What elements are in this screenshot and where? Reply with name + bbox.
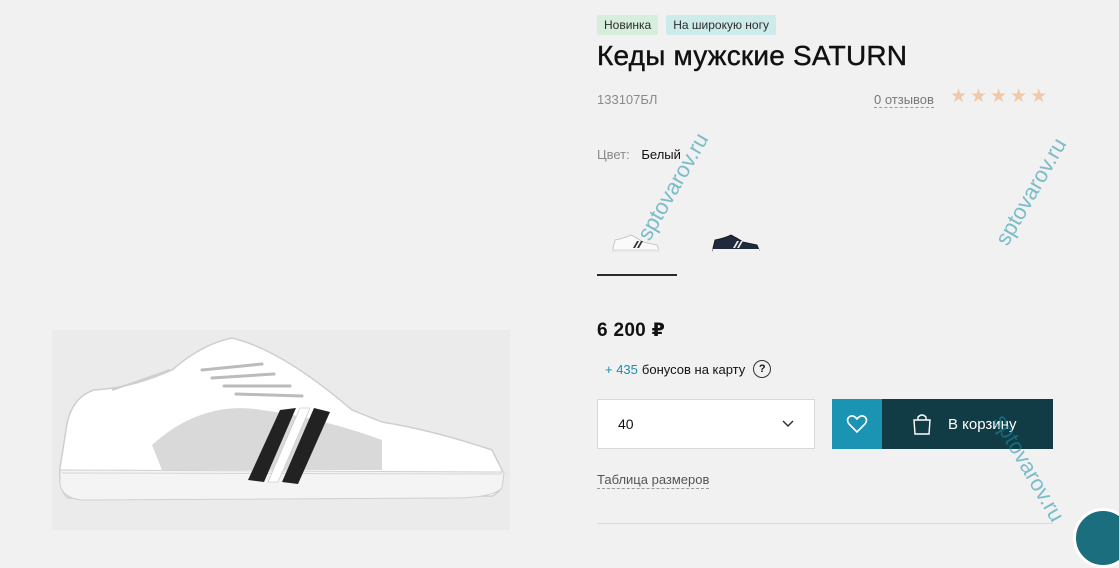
rating-stars[interactable]: ★ ★ ★ ★ ★ xyxy=(950,87,1047,107)
star-icon: ★ xyxy=(1010,86,1028,107)
bonus-info: + 435 бонусов на карту ? xyxy=(605,360,772,378)
badge-wide-fit: На широкую ногу xyxy=(666,15,776,35)
badge-new: Новинка xyxy=(597,15,659,35)
swatch-navy[interactable] xyxy=(697,208,777,276)
size-select-value: 40 xyxy=(618,416,634,432)
color-swatches xyxy=(597,208,777,276)
product-title: Кеды мужские SATURN xyxy=(597,40,908,71)
add-to-wishlist-button[interactable] xyxy=(832,399,882,449)
main-product-photo[interactable] xyxy=(52,330,510,530)
color-row: Цвет: Белый xyxy=(597,147,681,162)
add-to-cart-label: В корзину xyxy=(948,415,1017,433)
star-icon: ★ xyxy=(990,86,1008,107)
sneaker-white-image xyxy=(58,337,505,501)
product-sku: 133107БЛ xyxy=(597,92,658,107)
chat-icon[interactable] xyxy=(1073,508,1119,568)
heart-icon xyxy=(846,415,868,434)
swatch-white[interactable] xyxy=(597,208,677,276)
add-to-cart-button[interactable]: В корзину xyxy=(882,399,1053,449)
star-icon: ★ xyxy=(950,86,968,107)
star-icon: ★ xyxy=(970,86,988,107)
product-price: 6 200 ₽ xyxy=(597,320,666,341)
shopping-bag-icon xyxy=(913,414,931,435)
divider xyxy=(597,523,1053,524)
color-label: Цвет: xyxy=(597,147,630,162)
bonus-text: бонусов на карту xyxy=(641,361,746,377)
badge-list: Новинка На широкую ногу xyxy=(597,15,776,35)
chevron-down-icon xyxy=(782,420,794,428)
sneaker-navy-thumb xyxy=(712,234,760,252)
sneaker-white-thumb xyxy=(612,234,660,252)
reviews-link[interactable]: 0 отзывов xyxy=(874,92,934,108)
color-value: Белый xyxy=(641,147,681,162)
product-gallery xyxy=(0,0,565,530)
star-icon: ★ xyxy=(1030,86,1048,107)
product-info: Новинка На широкую ногу Кеды мужские SAT… xyxy=(597,0,1067,530)
bonus-amount: + 435 xyxy=(605,361,638,377)
question-icon[interactable]: ? xyxy=(753,360,772,378)
size-table-link[interactable]: Таблица размеров xyxy=(597,472,710,489)
size-select[interactable]: 40 xyxy=(597,399,815,449)
